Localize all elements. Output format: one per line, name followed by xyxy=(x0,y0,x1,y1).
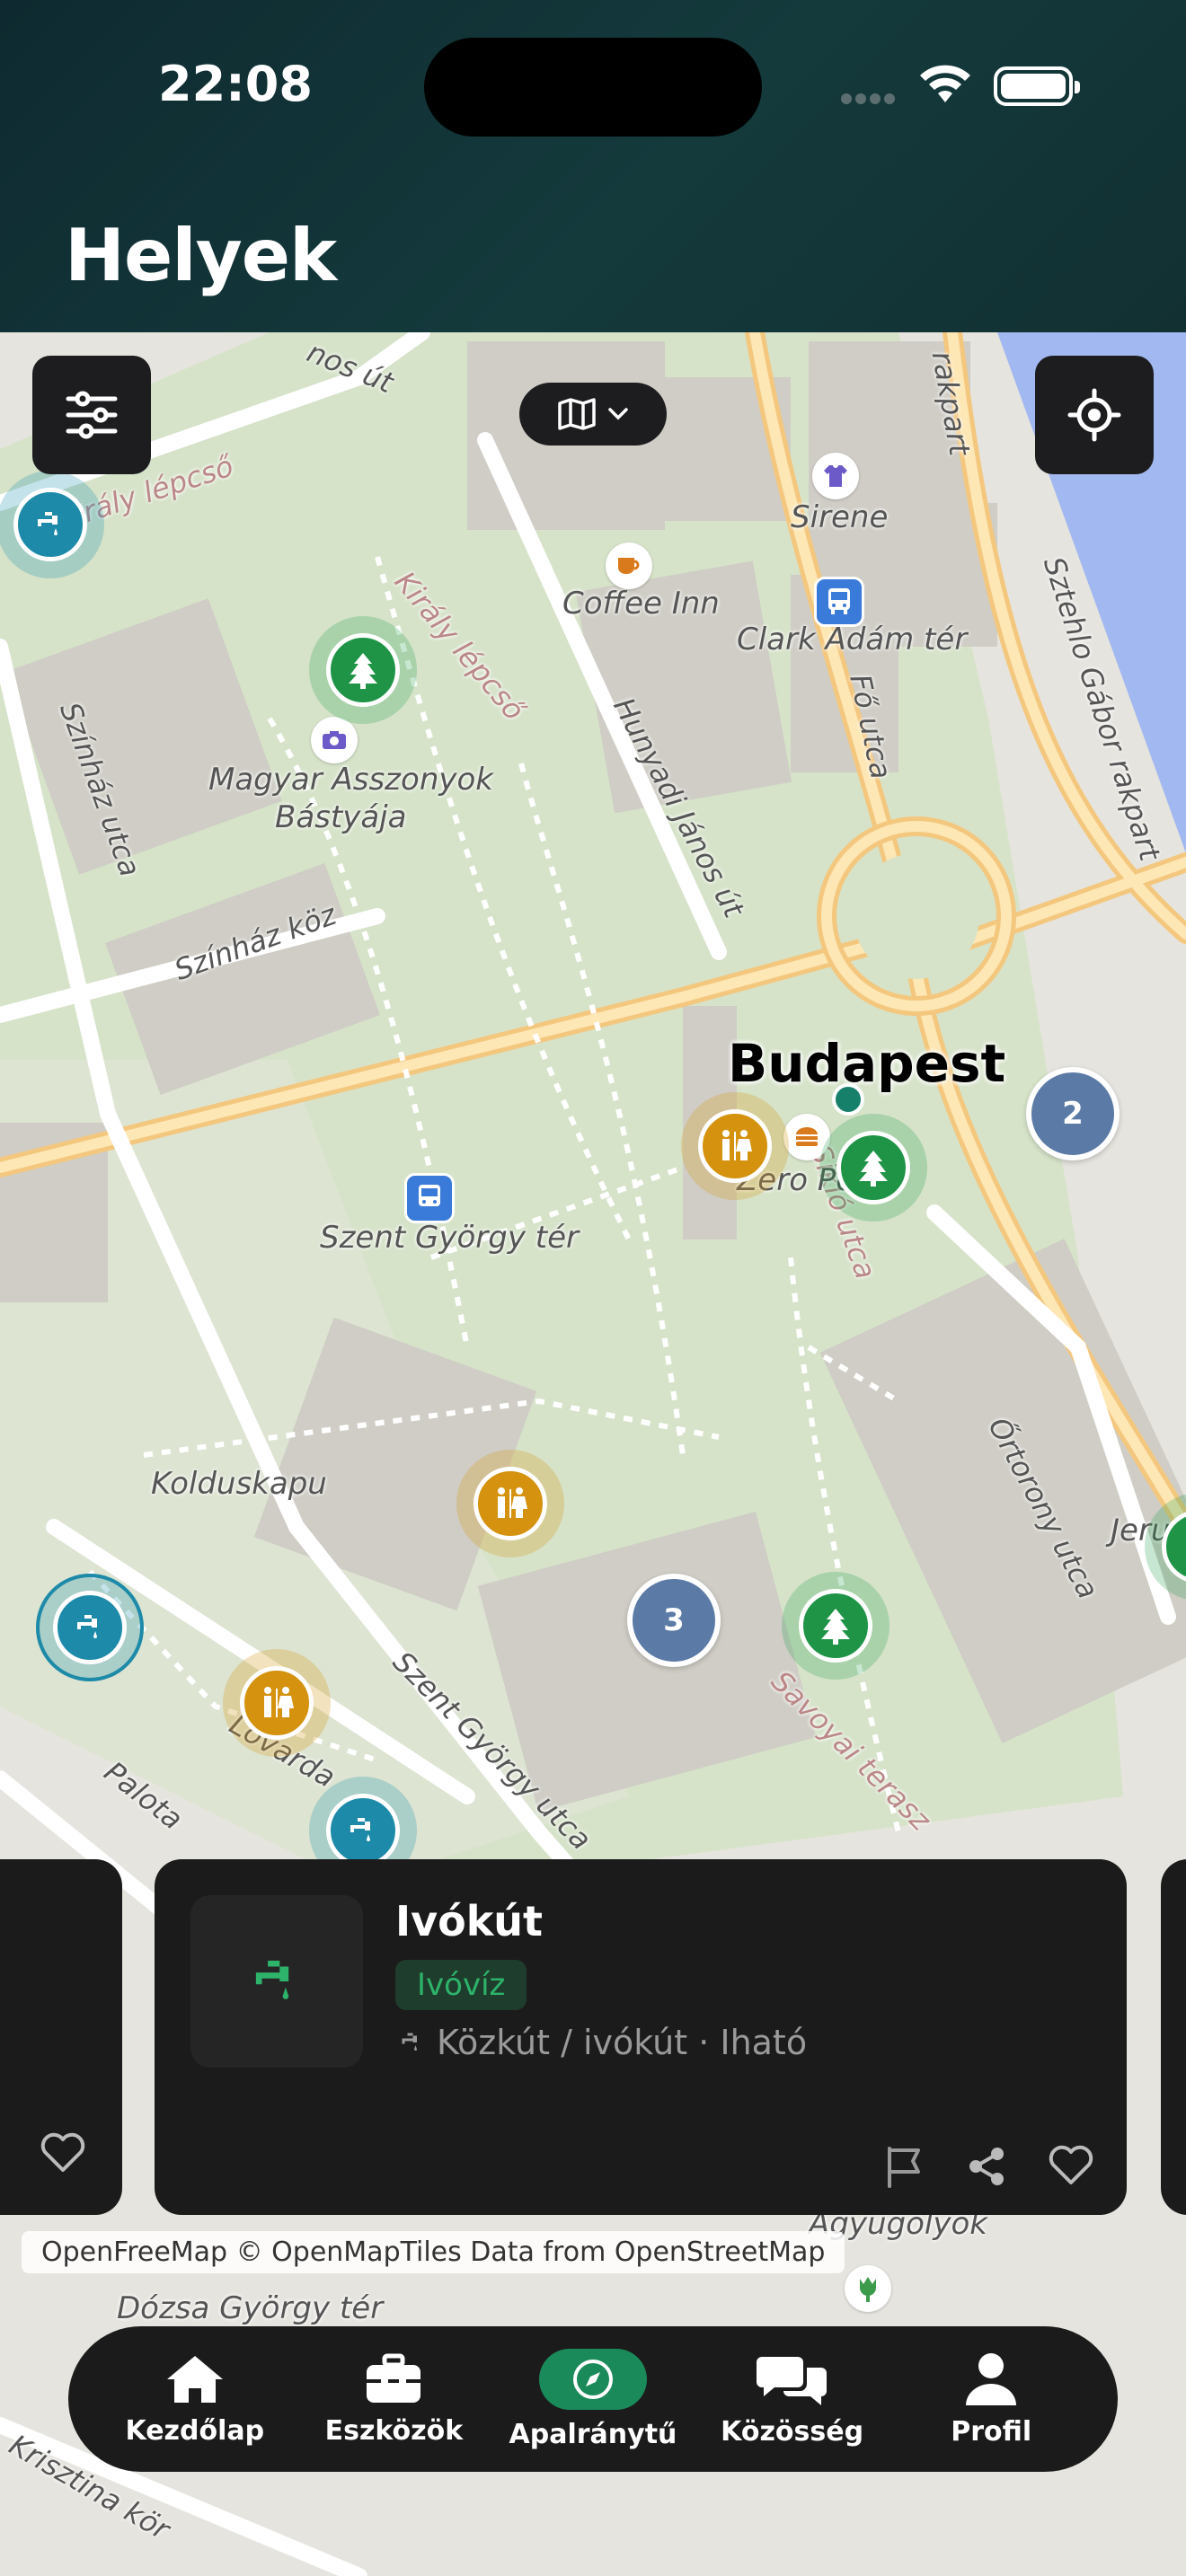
tree-icon xyxy=(821,1609,850,1645)
cluster-marker[interactable]: 3 xyxy=(627,1574,721,1667)
tab-profile[interactable]: Profil xyxy=(897,2351,1085,2448)
park-marker[interactable] xyxy=(819,1114,927,1222)
cluster-marker[interactable]: 2 xyxy=(1026,1067,1120,1160)
place-thumbnail xyxy=(190,1895,363,2068)
tab-label: Kezdőlap xyxy=(125,2414,265,2447)
tab-compass[interactable]: Apalránytű xyxy=(499,2348,687,2450)
page-title: Helyek xyxy=(65,214,337,297)
place-meta: Közkút / ivókút · Iható xyxy=(395,2023,807,2062)
tab-home[interactable]: Kezdőlap xyxy=(101,2352,289,2447)
heart-icon[interactable] xyxy=(40,2132,86,2174)
person-icon xyxy=(966,2352,1017,2405)
tab-label: Apalránytű xyxy=(509,2418,677,2450)
place-card-previous[interactable] xyxy=(0,1859,122,2215)
battery-icon xyxy=(994,66,1080,106)
tab-label: Profil xyxy=(951,2415,1032,2448)
status-time: 22:08 xyxy=(158,56,313,112)
map-style-toggle[interactable] xyxy=(519,383,667,446)
clothes-icon[interactable] xyxy=(812,453,859,499)
active-tab-indicator xyxy=(538,2348,647,2410)
sliders-icon xyxy=(66,391,118,439)
water-fountain-marker-selected[interactable] xyxy=(36,1574,144,1681)
city-dot xyxy=(832,1083,864,1116)
tap-icon xyxy=(255,1960,289,1999)
place-card-next[interactable] xyxy=(1161,1859,1186,2215)
category-badge: Ivóvíz xyxy=(395,1960,527,2010)
toilet-icon xyxy=(498,1487,527,1518)
tram-stop-icon[interactable] xyxy=(404,1173,455,1223)
signal-icon xyxy=(841,93,898,109)
toilet-icon xyxy=(722,1130,752,1160)
chat-icon xyxy=(756,2356,827,2405)
poi-label: Dózsa György tér xyxy=(117,2290,384,2326)
crosshair-icon xyxy=(1067,388,1121,442)
tab-tools[interactable]: Eszközök xyxy=(299,2352,488,2447)
dynamic-island xyxy=(424,38,762,137)
tap-icon xyxy=(350,1818,370,1841)
locate-me-button[interactable] xyxy=(1035,356,1154,474)
map-attribution[interactable]: OpenFreeMap © OpenMapTiles Data from Ope… xyxy=(22,2231,845,2273)
poi-label: Sirene xyxy=(791,499,889,535)
header: 22:08 Helyek xyxy=(0,0,1186,332)
toilet-marker[interactable] xyxy=(456,1450,564,1557)
water-fountain-marker[interactable] xyxy=(0,471,104,578)
toilet-marker[interactable] xyxy=(223,1649,331,1757)
park-marker[interactable] xyxy=(309,616,417,724)
tab-label: Közösség xyxy=(721,2415,864,2448)
chevron-down-icon xyxy=(608,408,628,420)
poi-label: Bástyája xyxy=(275,799,407,835)
poi-label: Szent György tér xyxy=(320,1220,580,1256)
card-actions xyxy=(884,2145,1094,2188)
poi-label: Magyar Asszonyok xyxy=(208,762,493,798)
map-icon xyxy=(558,398,596,430)
tap-icon xyxy=(38,512,58,535)
poi-label: Coffee Inn xyxy=(562,586,720,622)
share-icon[interactable] xyxy=(965,2145,1008,2188)
wifi-icon xyxy=(920,65,970,102)
tree-icon xyxy=(859,1151,888,1187)
park-marker[interactable] xyxy=(782,1572,890,1680)
place-title: Ivókút xyxy=(395,1897,544,1945)
compass-icon xyxy=(572,2359,613,2399)
home-icon xyxy=(166,2355,223,2403)
toilet-icon xyxy=(264,1687,294,1717)
coffee-icon[interactable] xyxy=(606,543,652,589)
poi-label: Clark Ádám tér xyxy=(737,622,968,657)
place-card[interactable]: Ivókút Ivóvíz Közkút / ivókút · Iható xyxy=(155,1859,1127,2215)
city-label: Budapest xyxy=(728,1033,1006,1094)
tab-community[interactable]: Közösség xyxy=(698,2351,887,2448)
bottom-tab-bar: Kezdőlap Eszközök Apalránytű Közösség Pr… xyxy=(68,2326,1118,2472)
tap-icon xyxy=(77,1615,97,1638)
poi-label: Kolduskapu xyxy=(151,1466,327,1502)
toilet-marker[interactable] xyxy=(681,1092,789,1200)
place-meta-text: Közkút / ivókút · Iható xyxy=(437,2023,808,2062)
tab-label: Eszközök xyxy=(324,2414,464,2447)
bus-stop-icon[interactable] xyxy=(814,577,864,627)
tree-icon xyxy=(349,653,377,689)
toolbox-icon xyxy=(367,2353,421,2403)
heart-icon[interactable] xyxy=(1048,2145,1094,2186)
tulip-icon[interactable] xyxy=(845,2265,891,2312)
flag-icon[interactable] xyxy=(884,2145,925,2188)
camera-icon[interactable] xyxy=(311,717,358,763)
tap-icon xyxy=(402,2033,417,2051)
filter-button[interactable] xyxy=(32,356,151,474)
